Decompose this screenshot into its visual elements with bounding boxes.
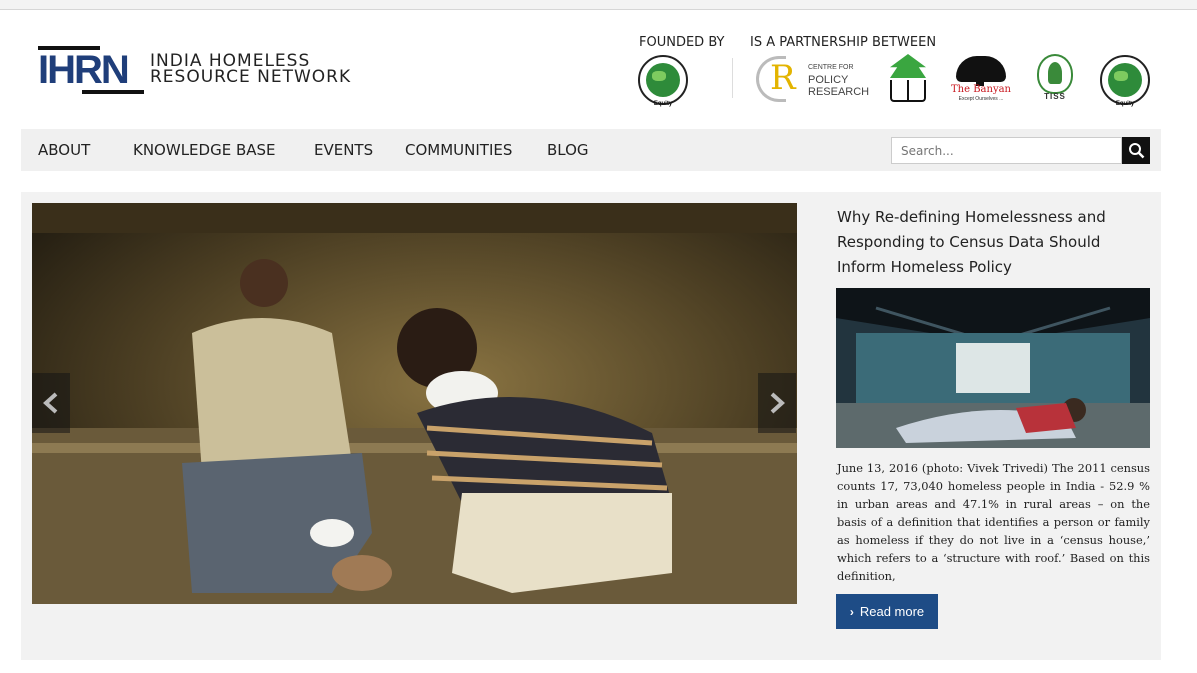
chevron-right-icon: › — [849, 604, 854, 619]
cpr-logo[interactable]: R CENTRE FOR POLICY RESEARCH — [756, 56, 869, 102]
nav-item-about[interactable]: ABOUT — [38, 141, 90, 159]
nav-item-communities[interactable]: COMMUNITIES — [405, 141, 512, 159]
logo-mark: IHRN — [38, 46, 144, 95]
partner-divider — [732, 58, 733, 98]
tiss-logo[interactable]: TISS — [1034, 54, 1076, 104]
founded-by-label: FOUNDED BY — [639, 35, 725, 50]
site-logo[interactable]: IHRN INDIA HOMELESS RESOURCE NETWORK — [38, 46, 350, 96]
partner-emblem-logo[interactable]: Equity — [1100, 55, 1150, 107]
article-thumbnail[interactable] — [836, 288, 1150, 448]
search-button[interactable] — [1122, 137, 1150, 164]
read-more-button[interactable]: › Read more — [836, 594, 938, 629]
slider-next-button[interactable] — [758, 373, 796, 433]
nav-item-blog[interactable]: BLOG — [547, 141, 589, 159]
chevron-left-icon — [43, 392, 58, 414]
the-banyan-logo[interactable]: The Banyan Except Ourselves ... — [950, 56, 1012, 102]
book-tree-logo[interactable] — [888, 54, 928, 104]
featured-content-panel: Why Re-defining Homelessness and Respond… — [21, 192, 1161, 660]
slider-prev-button[interactable] — [32, 373, 70, 433]
partnership-label: IS A PARTNERSHIP BETWEEN — [750, 35, 937, 50]
browser-chrome-strip — [0, 0, 1197, 10]
founder-emblem-logo[interactable]: Equity — [638, 55, 688, 107]
search-input[interactable] — [891, 137, 1122, 164]
search-icon — [1129, 143, 1145, 159]
main-nav: ABOUT KNOWLEDGE BASE EVENTS COMMUNITIES … — [21, 129, 1161, 171]
article-title[interactable]: Why Re-defining Homelessness and Respond… — [837, 205, 1152, 280]
slider-photo — [32, 203, 797, 604]
nav-item-knowledge-base[interactable]: KNOWLEDGE BASE — [133, 141, 276, 159]
nav-item-events[interactable]: EVENTS — [314, 141, 373, 159]
logo-wordmark: INDIA HOMELESS RESOURCE NETWORK — [150, 51, 352, 87]
image-slider — [32, 203, 797, 604]
article-excerpt: June 13, 2016 (photo: Vivek Trivedi) The… — [837, 461, 1150, 583]
chevron-right-icon — [770, 392, 785, 414]
